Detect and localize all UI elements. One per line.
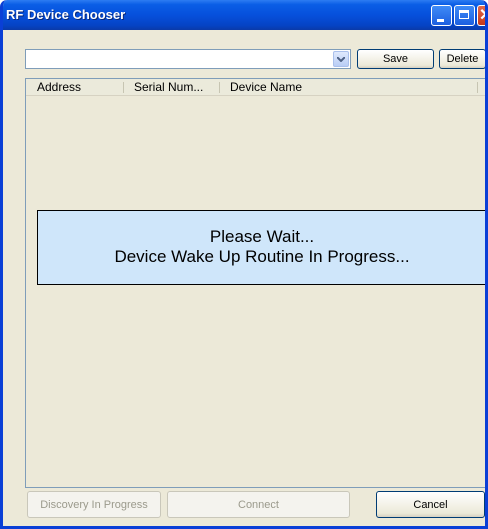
- delete-button[interactable]: Delete: [439, 49, 485, 69]
- maximize-icon: [459, 10, 469, 19]
- close-button[interactable]: ✕: [477, 5, 485, 26]
- please-wait-overlay: Please Wait... Device Wake Up Routine In…: [37, 210, 485, 285]
- column-header-address[interactable]: Address: [37, 80, 81, 94]
- column-divider[interactable]: [123, 82, 124, 93]
- maximize-button[interactable]: [454, 5, 475, 26]
- title-bar[interactable]: RF Device Chooser ✕: [3, 0, 485, 30]
- column-divider[interactable]: [219, 82, 220, 93]
- list-header: Address Serial Num... Device Name: [26, 79, 485, 96]
- window-title: RF Device Chooser: [6, 7, 126, 22]
- column-header-serial-number[interactable]: Serial Num...: [134, 80, 203, 94]
- column-divider[interactable]: [477, 82, 478, 93]
- progress-message: Device Wake Up Routine In Progress...: [114, 247, 410, 266]
- chevron-down-icon: [337, 57, 345, 62]
- discovery-button[interactable]: Discovery In Progress: [27, 491, 161, 518]
- close-icon: ✕: [479, 7, 485, 24]
- save-button[interactable]: Save: [357, 49, 434, 69]
- column-header-device-name[interactable]: Device Name: [230, 80, 302, 94]
- dropdown-button[interactable]: [333, 51, 349, 67]
- cancel-button[interactable]: Cancel: [376, 491, 485, 518]
- minimize-icon: [437, 19, 444, 22]
- minimize-button[interactable]: [431, 5, 452, 26]
- wait-message: Please Wait...: [209, 227, 315, 246]
- rf-device-chooser-window: RF Device Chooser ✕ Save Delete Address …: [0, 0, 488, 529]
- connect-button[interactable]: Connect: [167, 491, 350, 518]
- device-combo-box[interactable]: [25, 49, 351, 69]
